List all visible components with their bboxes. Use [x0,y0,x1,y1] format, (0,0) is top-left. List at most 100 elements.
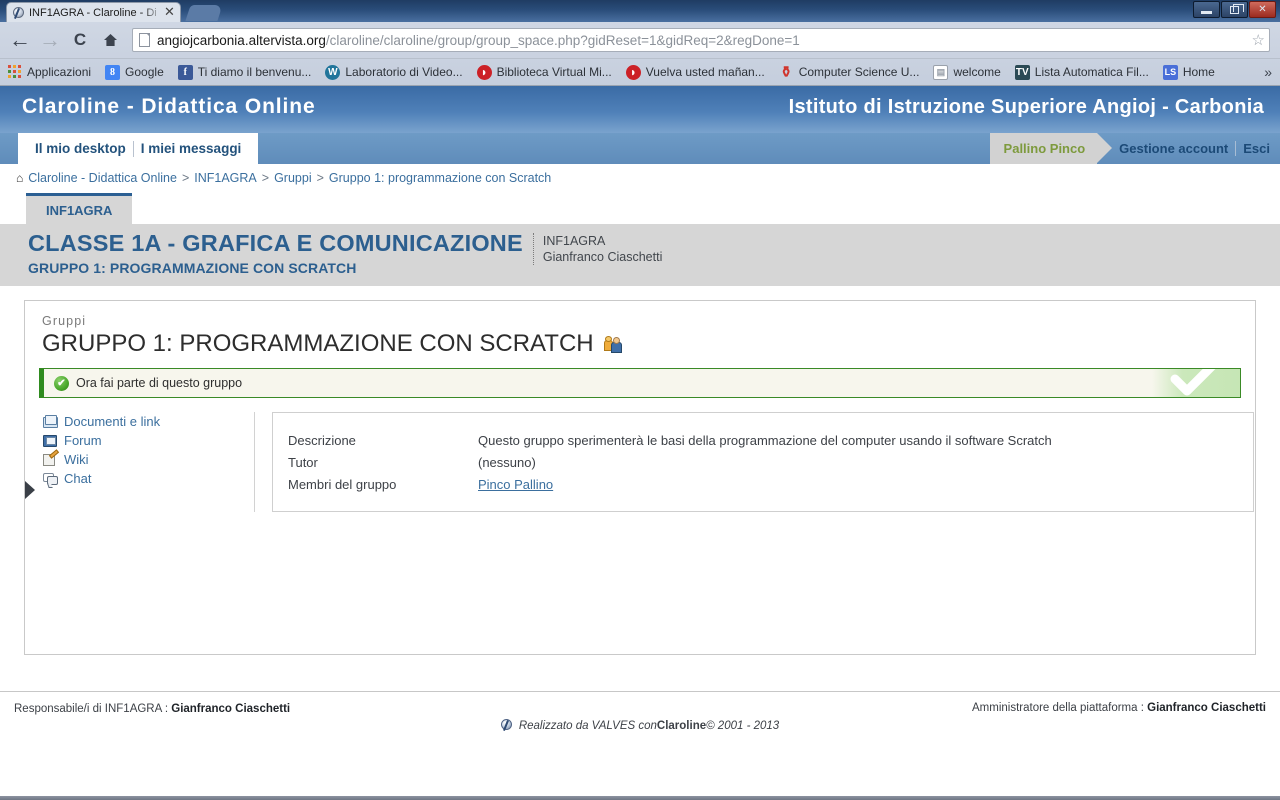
bookmark-label: Home [1182,65,1215,79]
bookmark-item-welcome[interactable]: ▤ welcome [933,64,1001,80]
minimize-icon[interactable] [1193,1,1220,18]
home-icon[interactable]: ⌂ [16,171,23,185]
window-controls: ✕ [1193,1,1276,18]
bookmark-item-computer-science[interactable]: ⚱ Computer Science U... [779,64,920,81]
bookmark-label: Applicazioni [27,65,92,79]
reload-icon[interactable]: C [66,26,94,54]
tab-title: INF1AGRA - Claroline - Di [29,6,157,19]
group-tools-list: Documenti e link Forum Wiki Chat [25,412,255,512]
tool-label[interactable]: Chat [64,471,91,486]
main-content: Gruppi GRUPPO 1: PROGRAMMAZIONE CON SCRA… [24,300,1256,655]
breadcrumb-separator: > [181,171,190,185]
wordpress-icon: W [325,64,341,80]
breadcrumb-item-1[interactable]: INF1AGRA [194,171,257,185]
bookmark-item-facebook[interactable]: f Ti diamo il benvenu... [177,64,311,80]
nav-my-messages[interactable]: I miei messaggi [134,141,249,156]
group-info-table: Descrizione Questo gruppo sperimenterà l… [272,412,1254,512]
bookmark-item-applicazioni[interactable]: Applicazioni [7,64,92,80]
dark-tv-icon: TV [1014,64,1030,80]
nav-my-desktop[interactable]: Il mio desktop [28,141,133,156]
maximize-icon[interactable] [1221,1,1248,18]
sidebar-collapse-handle[interactable] [25,478,37,502]
bookmark-item-home[interactable]: LS Home [1162,64,1215,80]
tool-label[interactable]: Wiki [64,452,89,467]
nav-divider [1235,141,1237,156]
breadcrumb-item-0[interactable]: Claroline - Didattica Online [28,171,177,185]
apps-grid-icon [7,64,22,80]
info-label: Membri del gruppo [288,476,397,492]
bookmark-item-google[interactable]: 8 Google [105,64,164,80]
course-subtitle: GRUPPO 1: PROGRAMMAZIONE CON SCRATCH [28,260,357,276]
page-icon [139,33,150,47]
facebook-icon: f [177,64,193,80]
info-label: Tutor [288,454,318,470]
footer-credit-suffix: © 2001 - 2013 [706,719,780,732]
bookmark-label: Vuelva usted mañan... [645,65,765,79]
footer-responsible: Responsabile/i di INF1AGRA : Gianfranco … [14,703,290,715]
document-icon: ▤ [933,64,949,80]
breadcrumb: ⌂ Claroline - Didattica Online > INF1AGR… [0,164,1280,192]
footer-admin-name: Gianfranco Ciaschetti [1147,702,1266,714]
table-row: Tutor (nessuno) [288,451,1253,473]
table-row: Descrizione Questo gruppo sperimenterà l… [288,429,1253,451]
account-management-link[interactable]: Gestione account [1119,141,1228,156]
forward-icon[interactable]: → [36,26,64,54]
site-nav-left: Il mio desktop I miei messaggi [18,133,259,164]
bookmark-item-biblioteca[interactable]: ◗ Biblioteca Virtual Mi... [476,64,612,80]
page-title-text: GRUPPO 1: PROGRAMMAZIONE CON SCRATCH [42,330,594,357]
back-icon[interactable]: ← [6,26,34,54]
bookmarks-overflow-icon[interactable]: » [1264,64,1274,80]
red-pin-icon: ⚱ [779,64,793,81]
tool-item-forum[interactable]: Forum [43,431,254,450]
close-icon[interactable]: ✕ [163,5,176,19]
bookmark-item-vuelva[interactable]: ◗ Vuelva usted mañan... [625,64,765,80]
site-footer: Responsabile/i di INF1AGRA : Gianfranco … [0,691,1280,749]
bookmark-item-lista-automatica[interactable]: TV Lista Automatica Fil... [1014,64,1149,80]
info-value: Questo gruppo sperimenterà le basi della… [478,432,1052,448]
bookmark-star-icon[interactable]: ☆ [1246,31,1265,49]
new-tab-button[interactable] [185,5,223,21]
site-logo: Claroline - Didattica Online [22,95,316,118]
group-users-icon [603,335,622,353]
wiki-pencil-icon [43,448,60,467]
tool-item-chat[interactable]: Chat [43,469,254,488]
home-glyph [103,34,117,46]
course-meta: INF1AGRA Gianfranco Ciaschetti [532,233,663,265]
tool-item-wiki[interactable]: Wiki [43,448,254,469]
bookmark-item-laboratorio[interactable]: W Laboratorio di Video... [325,64,463,80]
browser-tab[interactable]: INF1AGRA - Claroline - Di ✕ [6,2,181,22]
section-kicker: Gruppi [42,314,87,328]
logout-link[interactable]: Esci [1243,141,1272,156]
url-path: /claroline/claroline/group/group_space.p… [325,32,800,48]
tool-label[interactable]: Forum [64,433,102,448]
tab-inf1agra[interactable]: INF1AGRA [26,193,133,224]
google-icon: 8 [105,64,121,80]
tool-label[interactable]: Documenti e link [64,414,160,429]
member-link[interactable]: Pinco Pallino [478,477,553,492]
browser-toolbar: ← → C angiojcarbonia.altervista.org /cla… [0,22,1280,58]
tab-favicon-icon [12,6,25,19]
site-header: Claroline - Didattica Online Istituto di… [0,86,1280,133]
course-title: CLASSE 1A - GRAFICA E COMUNICAZIONE [28,230,523,256]
window-bottom-strip [0,749,1280,800]
bookmark-label: Google [125,65,164,79]
claroline-logo-icon [500,719,514,732]
status-banner-text: Ora fai parte di questo gruppo [76,376,243,390]
chat-bubbles-icon [43,472,59,488]
course-teacher: Gianfranco Ciaschetti [542,250,663,264]
site-navbar: Il mio desktop I miei messaggi Pallino P… [0,133,1280,164]
breadcrumb-item-2[interactable]: Gruppi [274,171,312,185]
bookmarks-bar: Applicazioni 8 Google f Ti diamo il benv… [0,58,1280,85]
ls-icon: LS [1162,64,1178,80]
current-user-badge[interactable]: Pallino Pinco [989,133,1112,164]
tool-item-documenti[interactable]: Documenti e link [43,412,254,431]
home-icon[interactable] [96,26,124,54]
address-bar[interactable]: angiojcarbonia.altervista.org /claroline… [132,28,1270,52]
footer-admin: Amministratore della piattaforma : Gianf… [972,702,1266,714]
bookmark-label: welcome [953,65,1001,79]
breadcrumb-separator: > [316,171,324,185]
footer-responsible-prefix: Responsabile/i di INF1AGRA : [14,703,172,715]
institution-name: Istituto di Istruzione Superiore Angioj … [788,96,1264,118]
content-split: Documenti e link Forum Wiki Chat Descriz [25,412,1255,512]
close-window-icon[interactable]: ✕ [1249,1,1276,18]
